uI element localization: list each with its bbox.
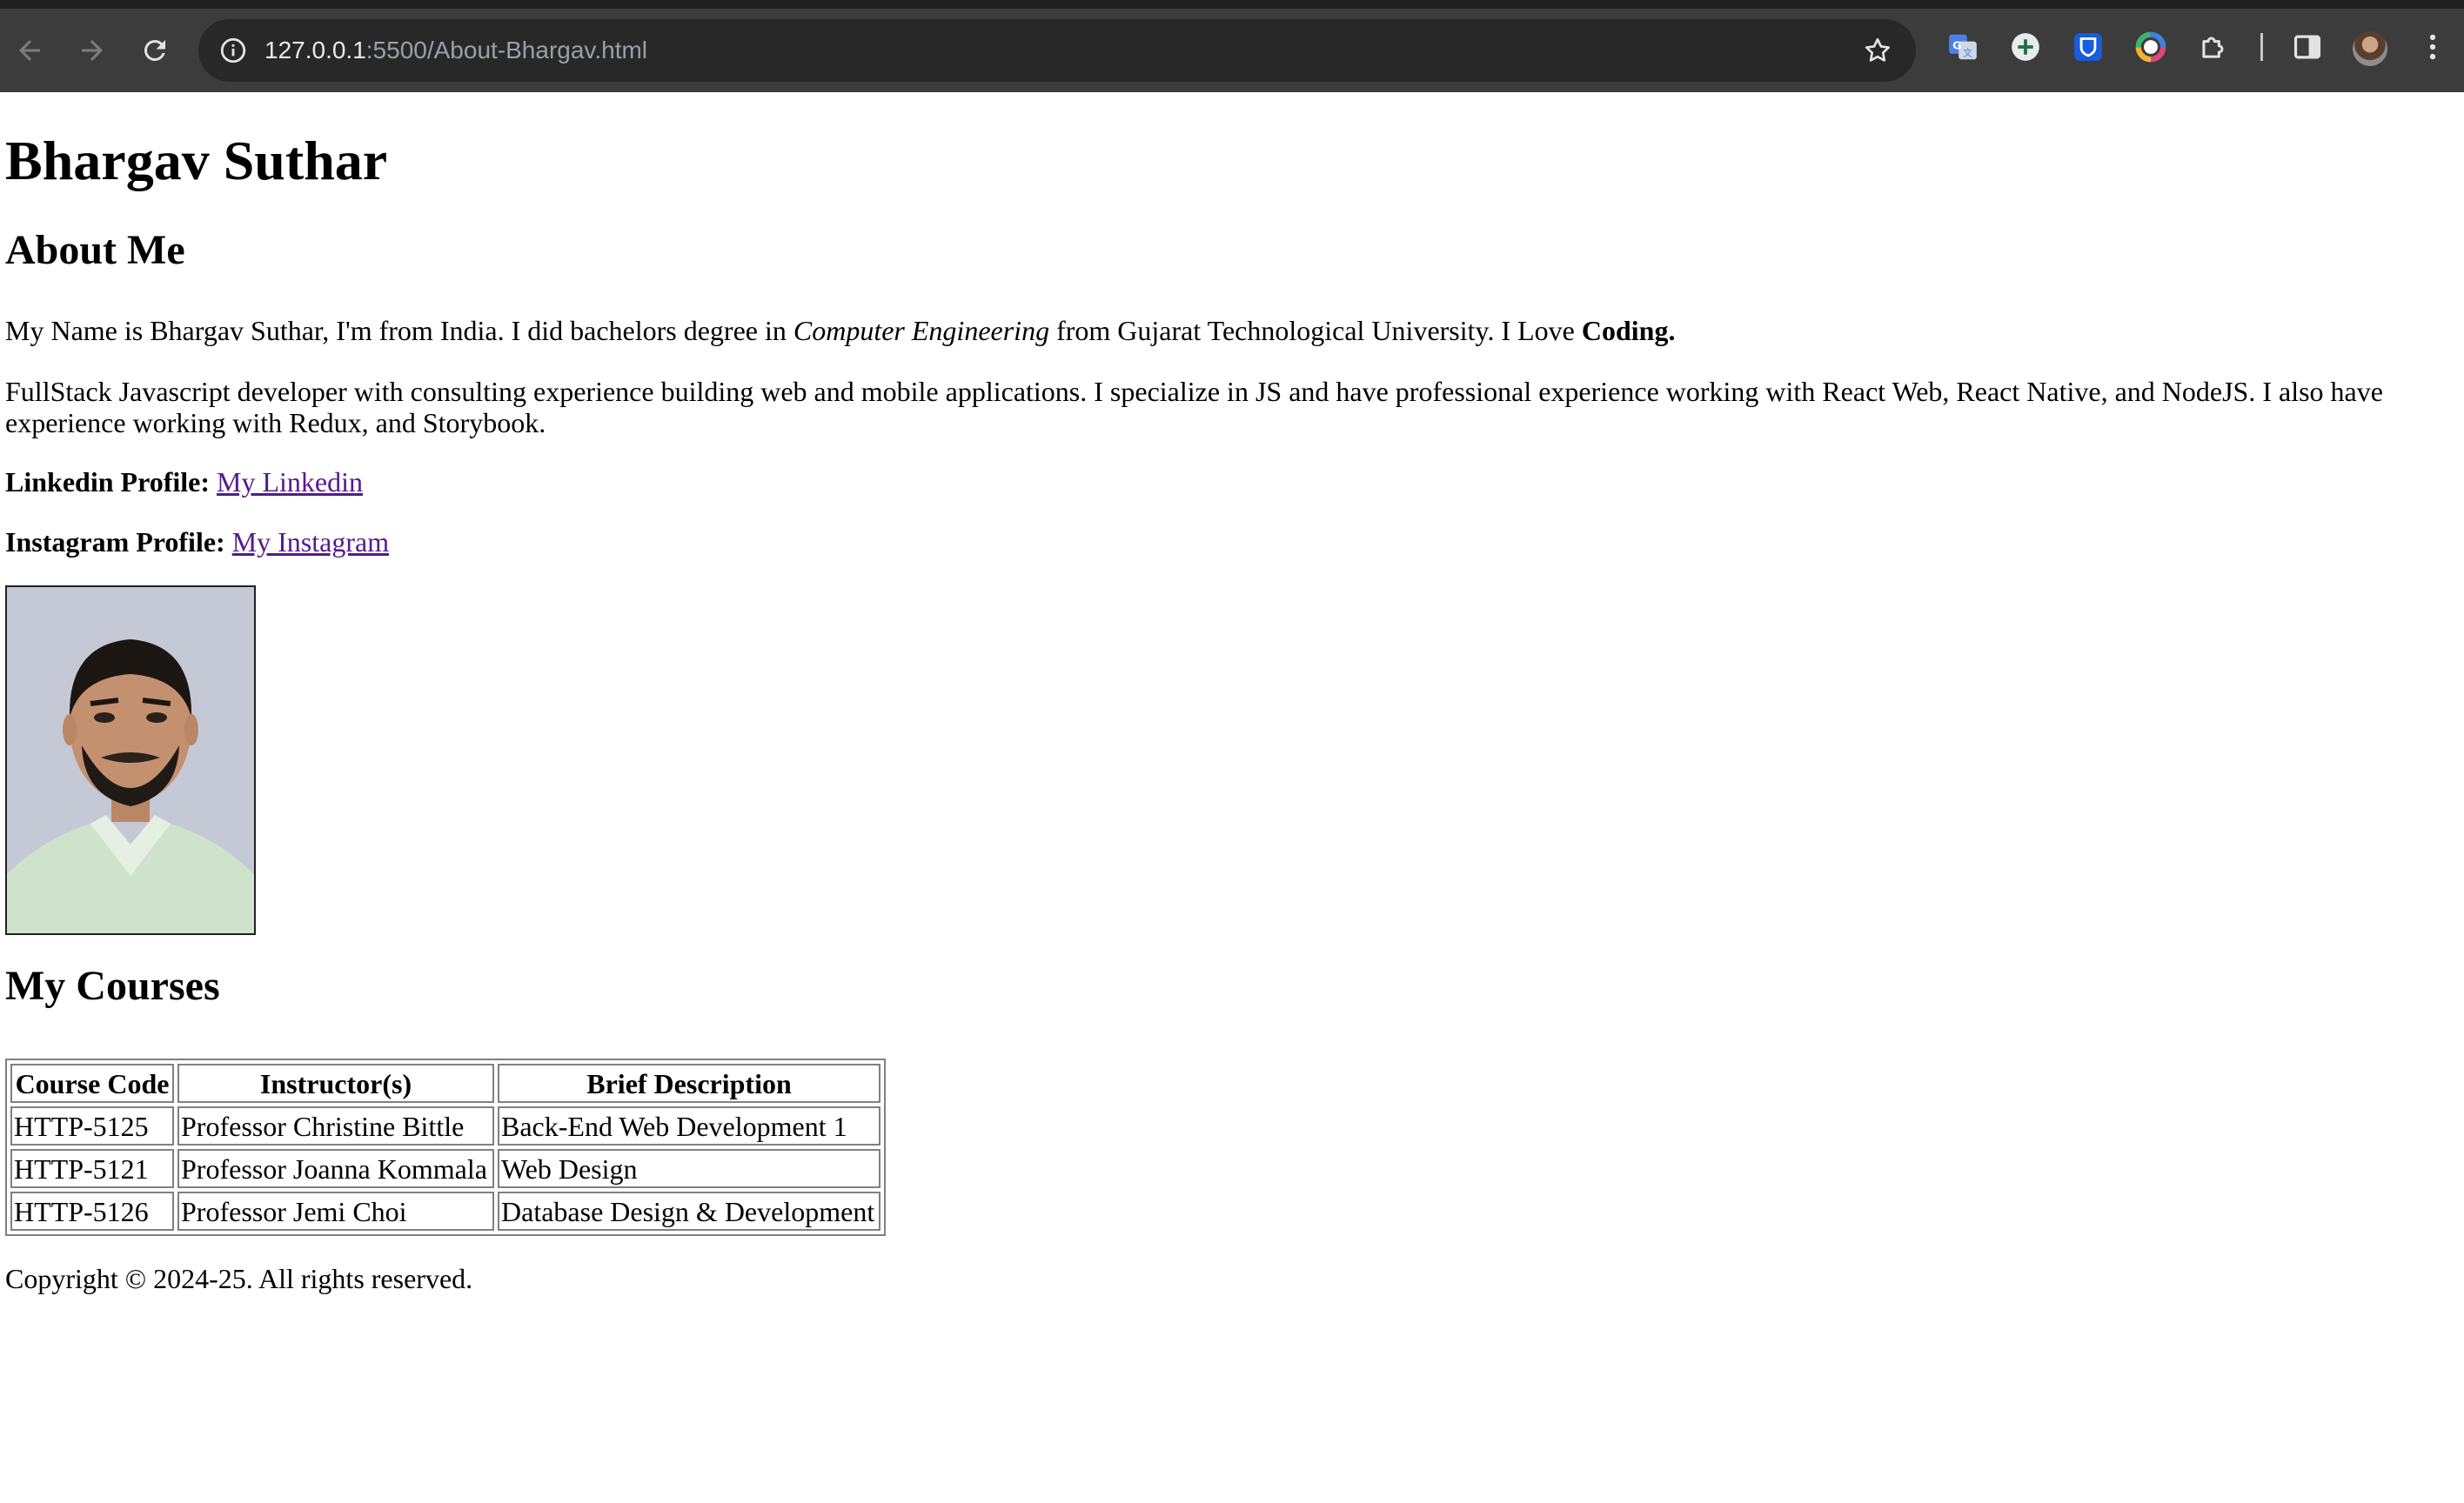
courses-heading: My Courses: [5, 963, 220, 1009]
course-code-cell: HTTP-5125: [10, 1106, 174, 1146]
profile-photo: [5, 585, 256, 935]
url-host: 127.0.0.1: [264, 37, 366, 63]
google-translate-icon: G 文: [1949, 34, 1977, 60]
plus-circle-icon: [2012, 33, 2039, 61]
color-picker-extension[interactable]: [2133, 30, 2168, 64]
header-brief-description: Brief Description: [498, 1064, 880, 1103]
instructor-cell: Professor Christine Bittle: [177, 1106, 494, 1146]
intro-text-start: My Name is Bhargav Suthar, I'm from Indi…: [5, 315, 793, 346]
intro-love: Coding.: [1581, 315, 1676, 346]
intro-field: Computer Engineering: [793, 315, 1050, 346]
instagram-link[interactable]: My Instagram: [232, 526, 389, 558]
description-cell: Web Design: [498, 1149, 880, 1188]
browser-menu-button[interactable]: [2415, 30, 2450, 64]
linkedin-link[interactable]: My Linkedin: [217, 466, 363, 498]
star-icon: [1865, 37, 1891, 62]
forward-button[interactable]: [66, 24, 118, 77]
experience-paragraph: FullStack Javascript developer with cons…: [5, 376, 2383, 438]
side-panel-button[interactable]: [2290, 30, 2325, 64]
reload-icon: [144, 39, 165, 61]
reload-button[interactable]: [129, 24, 181, 77]
linkedin-label: Linkedin Profile:: [5, 466, 210, 498]
add-extension-button[interactable]: [2008, 30, 2043, 64]
page-content: Bhargav Suthar About Me My Name is Bharg…: [0, 92, 2464, 1503]
table-header-row: Course Code Instructor(s) Brief Descript…: [10, 1064, 880, 1103]
courses-table: Course Code Instructor(s) Brief Descript…: [5, 1059, 886, 1236]
svg-text:G: G: [1952, 38, 1961, 51]
instagram-label: Instagram Profile:: [5, 526, 225, 558]
linkedin-paragraph: Linkedin Profile: My Linkedin: [5, 466, 363, 498]
course-code-cell: HTTP-5126: [10, 1192, 174, 1231]
back-button[interactable]: [3, 24, 56, 77]
color-ring-icon: [2135, 31, 2166, 63]
profile-avatar[interactable]: [2353, 31, 2387, 66]
svg-text:文: 文: [1963, 46, 1972, 58]
description-cell: Back-End Web Development 1: [498, 1106, 880, 1146]
toolbar-divider: [2260, 33, 2263, 61]
password-manager-extension[interactable]: [2071, 30, 2106, 64]
page-title: Bhargav Suthar: [5, 130, 388, 191]
kebab-menu-icon: [2429, 34, 2436, 60]
bookmark-button[interactable]: [1858, 31, 1897, 70]
course-code-cell: HTTP-5121: [10, 1149, 174, 1188]
about-heading: About Me: [5, 227, 185, 273]
google-translate-extension[interactable]: G 文: [1945, 30, 1980, 64]
intro-paragraph: My Name is Bhargav Suthar, I'm from Indi…: [5, 315, 1675, 346]
instructor-cell: Professor Joanna Kommala: [177, 1149, 494, 1188]
url-path: :5500/About-Bhargav.html: [365, 37, 648, 63]
extensions-button[interactable]: [2196, 30, 2231, 64]
intro-text-middle: from Gujarat Technological University. I…: [1049, 315, 1582, 346]
copyright-footer: Copyright © 2024-25. All rights reserved…: [5, 1263, 473, 1294]
header-course-code: Course Code: [10, 1064, 174, 1103]
instructor-cell: Professor Jemi Choi: [177, 1192, 494, 1231]
table-row: HTTP-5126 Professor Jemi Choi Database D…: [10, 1192, 880, 1231]
address-bar[interactable]: 127.0.0.1:5500/About-Bhargav.html: [198, 19, 1916, 82]
table-row: HTTP-5121 Professor Joanna Kommala Web D…: [10, 1149, 880, 1188]
instagram-paragraph: Instagram Profile: My Instagram: [5, 526, 389, 558]
info-icon: [220, 37, 246, 63]
forward-arrow-icon: [82, 40, 103, 61]
site-info-button[interactable]: [212, 30, 254, 71]
profile-portrait: [7, 587, 254, 933]
puzzle-icon: [2202, 37, 2224, 58]
table-row: HTTP-5125 Professor Christine Bittle Bac…: [10, 1106, 880, 1146]
shield-icon: [2074, 33, 2102, 61]
browser-window: 127.0.0.1:5500/About-Bhargav.html G 文 Bh…: [0, 0, 2464, 1503]
description-cell: Database Design & Development: [498, 1192, 880, 1231]
header-instructors: Instructor(s): [177, 1064, 494, 1103]
url-text[interactable]: 127.0.0.1:5500/About-Bhargav.html: [264, 19, 647, 82]
side-panel-icon: [2293, 35, 2321, 59]
browser-toolbar: 127.0.0.1:5500/About-Bhargav.html G 文: [0, 0, 2464, 92]
back-arrow-icon: [19, 40, 40, 61]
